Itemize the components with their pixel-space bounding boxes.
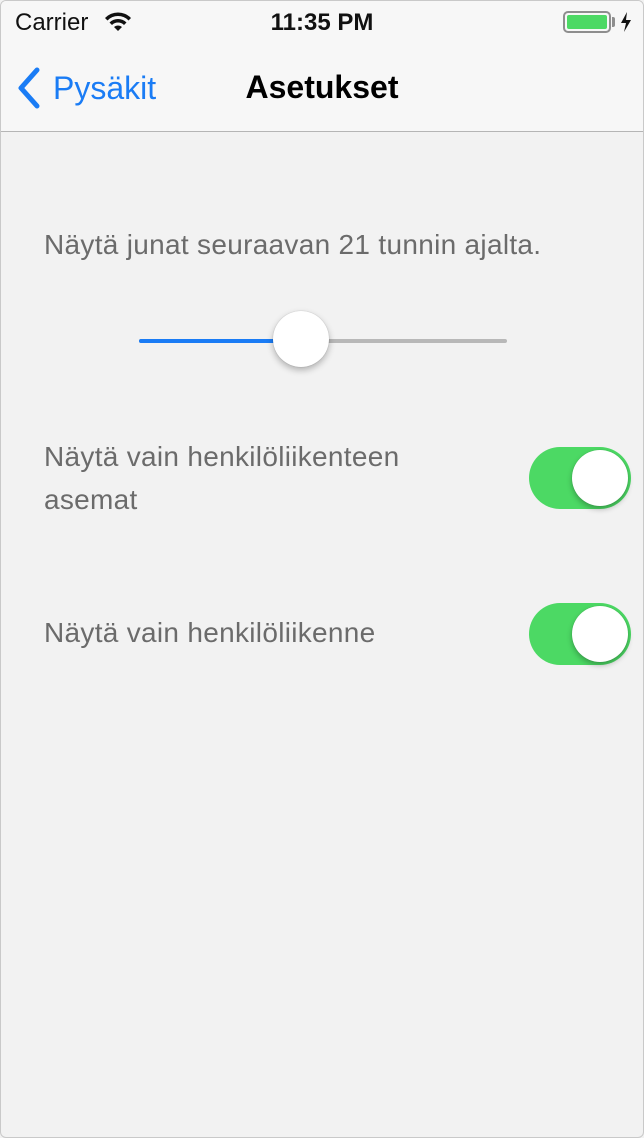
status-time: 11:35 PM <box>270 9 374 36</box>
battery-icon <box>563 11 611 33</box>
slider-thumb[interactable] <box>273 311 329 367</box>
hours-label: Näytä junat seuraavan 21 tunnin ajalta. <box>44 229 542 260</box>
toggle-knob <box>572 606 628 662</box>
charging-bolt-icon <box>621 12 631 32</box>
passenger-stations-label: Näytä vain henkilöliikenteen asemat <box>44 441 400 515</box>
status-bar: Carrier 11:35 PM <box>1 1 643 45</box>
passenger-stations-toggle[interactable] <box>529 447 631 509</box>
navigation-bar: Pysäkit Asetukset <box>1 45 643 132</box>
settings-screen: Carrier 11:35 PM Pysäkit Asetukset Näytä… <box>0 0 644 1138</box>
passenger-traffic-label: Näytä vain henkilöliikenne <box>44 617 376 648</box>
toggle-knob <box>572 450 628 506</box>
battery-cap <box>612 17 615 27</box>
hours-slider[interactable] <box>139 311 507 369</box>
battery-fill <box>567 15 607 29</box>
passenger-traffic-toggle[interactable] <box>529 603 631 665</box>
page-title: Asetukset <box>245 69 399 105</box>
